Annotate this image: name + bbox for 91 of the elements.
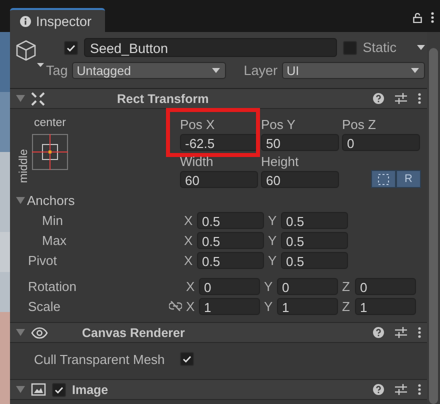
- property-label: Min: [41, 212, 64, 228]
- component-header[interactable]: Canvas Renderer: [10, 323, 427, 343]
- tag-label: Tag: [46, 63, 68, 78]
- component-title: Image: [72, 382, 108, 396]
- foldout-label[interactable]: Anchors: [27, 192, 75, 208]
- property-label: Pivot: [27, 252, 58, 268]
- foldout-icon[interactable]: [16, 384, 25, 394]
- number-field[interactable]: 0.5: [281, 212, 348, 228]
- inspector-tab[interactable]: Inspector: [10, 8, 105, 32]
- field-label: Pos Y: [261, 117, 296, 134]
- image-icon: [31, 383, 46, 396]
- axis-label: X: [186, 298, 196, 314]
- checkmark-icon: [54, 384, 64, 394]
- caret-icon[interactable]: [416, 45, 425, 50]
- dashed-square-icon: [378, 174, 389, 184]
- axis-label: Y: [268, 252, 278, 268]
- more-icon[interactable]: [431, 12, 434, 23]
- axis-label: X: [184, 212, 194, 228]
- axis-label: Y: [268, 232, 278, 248]
- more-icon[interactable]: [418, 327, 421, 338]
- number-field[interactable]: 1: [277, 298, 338, 314]
- foldout-icon[interactable]: [16, 328, 25, 336]
- checkbox[interactable]: [342, 40, 357, 54]
- axis-label: X: [186, 278, 196, 294]
- component-title: Canvas Renderer: [82, 326, 185, 340]
- property-label: Max: [41, 232, 68, 248]
- number-field[interactable]: 0: [342, 134, 420, 151]
- field-label: Pos Z: [342, 117, 377, 134]
- scrollbar-thumb[interactable]: [429, 48, 438, 404]
- axis-label: Z: [342, 298, 351, 314]
- checkmark-icon: [182, 354, 192, 364]
- number-field[interactable]: 0: [277, 278, 338, 294]
- component-title: Rect Transform: [117, 92, 209, 106]
- anchor-side-label: middle: [18, 148, 30, 183]
- axis-label: X: [184, 252, 194, 268]
- field-label: Height: [261, 154, 300, 171]
- name-field[interactable]: Seed_Button: [84, 38, 337, 57]
- number-field[interactable]: 0: [199, 278, 260, 294]
- component-header[interactable]: Image: [10, 380, 427, 400]
- number-field[interactable]: 0.5: [281, 232, 348, 248]
- number-field[interactable]: 60: [261, 171, 339, 188]
- field-label: Width: [180, 154, 214, 171]
- eye-icon: [31, 326, 48, 338]
- sliders-icon[interactable]: [395, 327, 407, 338]
- component-header[interactable]: Rect Transform: [10, 89, 427, 109]
- axis-label: Y: [264, 278, 274, 294]
- axis-label: Z: [342, 278, 351, 294]
- sliders-icon[interactable]: [395, 93, 407, 104]
- axis-label: Y: [268, 212, 278, 228]
- sliders-icon[interactable]: [395, 384, 407, 395]
- help-icon[interactable]: [373, 93, 384, 104]
- help-icon[interactable]: [373, 384, 384, 395]
- static-label: Static: [362, 40, 397, 55]
- axis-label: X: [184, 232, 194, 248]
- number-field[interactable]: 50: [261, 134, 339, 151]
- number-field[interactable]: 60: [180, 171, 258, 188]
- more-icon[interactable]: [418, 93, 421, 104]
- layer-dropdown[interactable]: UI: [282, 62, 425, 79]
- property-label: Scale: [27, 298, 62, 314]
- number-field[interactable]: 0.5: [281, 252, 348, 268]
- checkbox[interactable]: [64, 40, 78, 54]
- anchor-top-label: center: [34, 117, 66, 129]
- raw-edit-button[interactable]: R: [396, 170, 421, 188]
- unlinked-chain-icon[interactable]: [169, 301, 182, 311]
- field-label: Pos X: [180, 117, 216, 134]
- caret-icon: [212, 68, 220, 73]
- anchor-preset-icon[interactable]: [32, 134, 68, 170]
- property-label: Cull Transparent Mesh: [33, 352, 166, 366]
- info-icon: [20, 16, 31, 26]
- layer-label: Layer: [244, 63, 278, 78]
- number-field[interactable]: 0.5: [197, 232, 264, 248]
- property-label: Rotation: [27, 278, 78, 294]
- more-icon[interactable]: [418, 384, 421, 395]
- checkbox[interactable]: [52, 382, 66, 396]
- number-field[interactable]: 0: [355, 278, 416, 294]
- lock-icon[interactable]: [413, 12, 422, 22]
- foldout-icon[interactable]: [16, 94, 25, 102]
- tag-dropdown[interactable]: Untagged: [72, 62, 226, 79]
- rect-transform-icon: [31, 92, 45, 106]
- number-field[interactable]: 1: [199, 298, 260, 314]
- number-field[interactable]: 1: [355, 298, 416, 314]
- number-field[interactable]: 0.5: [197, 252, 264, 268]
- checkbox[interactable]: [180, 352, 194, 366]
- number-field[interactable]: -62.5: [180, 134, 258, 151]
- checkmark-icon: [66, 42, 76, 52]
- axis-label: Y: [264, 298, 274, 314]
- help-icon[interactable]: [373, 327, 384, 338]
- number-field[interactable]: 0.5: [197, 212, 264, 228]
- blueprint-mode-button[interactable]: [371, 170, 396, 188]
- foldout-icon[interactable]: [16, 196, 25, 204]
- caret-icon: [410, 68, 419, 73]
